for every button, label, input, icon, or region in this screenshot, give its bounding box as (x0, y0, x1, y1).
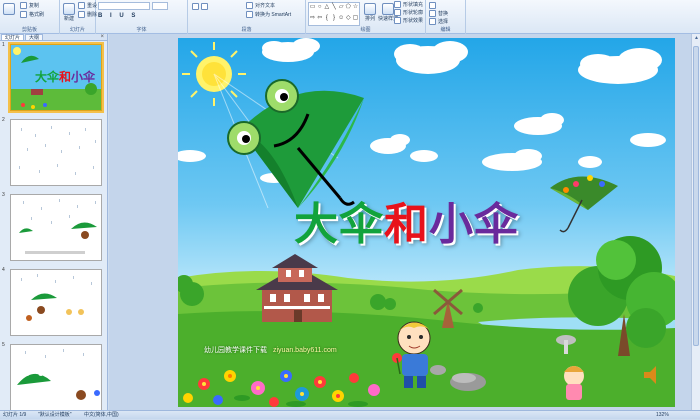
slides-group: 新建 重设 删除 幻灯片 (60, 0, 97, 34)
new-slide-icon (63, 3, 75, 15)
effects-icon (394, 17, 401, 24)
numbering-icon (201, 3, 208, 10)
align-text-icon (246, 2, 253, 9)
copy-button[interactable]: 复制 (20, 2, 39, 9)
thumbnail-preview (19, 222, 97, 254)
font-name-input[interactable] (98, 2, 150, 10)
outline-icon (394, 9, 401, 16)
slide-thumbnail[interactable] (10, 194, 102, 261)
slide-thumbnail-row[interactable]: 1 大伞和小伞 (0, 42, 107, 113)
brush-icon (20, 11, 27, 18)
smartart-icon (246, 11, 253, 18)
scrollbar-thumb[interactable] (693, 46, 699, 346)
shapes-gallery[interactable]: ▭ ○ △ ╲ ▱ ⬠ ☆ ⇨ ⇦{} ☺ ◇ ▢ (308, 2, 360, 26)
font-style-buttons[interactable]: B I U S (98, 13, 138, 19)
slide-number: 3 (2, 192, 5, 198)
shape-outline-button[interactable]: 形状轮廓 (394, 9, 423, 16)
slide-thumbnail[interactable] (10, 119, 102, 186)
new-slide-button[interactable]: 新建 (63, 3, 75, 22)
editing-group: 替换 选择 编辑 (426, 0, 466, 34)
thumbnail-preview: 大伞和小伞 (11, 45, 101, 110)
slide-canvas[interactable]: 大伞和小伞 幼儿园教学课件下载 ziyuan.baby611.com (178, 38, 675, 407)
slide-thumbnail-row[interactable]: 3 (0, 192, 107, 262)
font-group: B I U S 字体 (96, 0, 188, 34)
arrange-button[interactable]: 排列 (364, 3, 376, 22)
small-umbrella-image (550, 175, 618, 233)
slide-thumbnail[interactable] (10, 344, 102, 410)
editing-group-label: 编辑 (440, 27, 451, 33)
find-button[interactable] (429, 2, 436, 9)
shape-effects-button[interactable]: 形状效果 (394, 17, 423, 24)
bullets-button[interactable] (192, 3, 208, 10)
slide-thumbnail-row[interactable]: 5 (0, 342, 107, 410)
delete-button[interactable]: 删除 (78, 11, 97, 18)
paragraph-group-label: 段落 (241, 27, 252, 33)
reset-button[interactable]: 重设 (78, 2, 97, 9)
close-icon[interactable]: × (100, 34, 107, 40)
house-image (256, 254, 338, 322)
slide-number: 2 (2, 117, 5, 123)
ribbon: 复制 格式刷 剪贴板 新建 重设 删除 幻灯片 B I U S 字体 对齐文本 … (0, 0, 700, 34)
fill-icon (394, 1, 401, 8)
slide-number: 5 (2, 342, 5, 348)
format-painter-button[interactable]: 格式刷 (20, 11, 44, 18)
replace-icon (429, 10, 436, 17)
select-button[interactable]: 选择 (429, 18, 448, 25)
title-part-green: 大伞 (294, 199, 384, 250)
shape-fill-button[interactable]: 形状填充 (394, 1, 423, 8)
slide-title[interactable]: 大伞和小伞 (294, 188, 519, 252)
quick-styles-icon (382, 3, 394, 15)
reset-icon (78, 2, 85, 9)
replace-button[interactable]: 替换 (429, 10, 448, 17)
slide-thumbnail-pane: 幻灯片 大纲 × 1 大伞和小伞 2 3 4 5 (0, 34, 108, 410)
convert-smartart-button[interactable]: 转换为 SmartArt (246, 11, 291, 18)
slide-number: 4 (2, 267, 5, 273)
slides-group-label: 幻灯片 (69, 27, 85, 33)
title-part-red: 和 (384, 199, 429, 250)
status-bar: 幻灯片 1/9 "默认设计模板" 中文(简体,中国) 132% (0, 410, 700, 419)
credit-text[interactable]: 幼儿园教学课件下载 ziyuan.baby611.com (204, 345, 337, 355)
slide-editor: 大伞和小伞 幼儿园教学课件下载 ziyuan.baby611.com ▲ (109, 34, 700, 410)
title-part-purple: 小伞 (429, 199, 519, 250)
slide-thumbnail[interactable] (10, 269, 102, 336)
cloud-image (178, 38, 666, 183)
copy-icon (20, 2, 27, 9)
thumbnail-preview (17, 370, 100, 400)
align-text-button[interactable]: 对齐文本 (246, 2, 275, 9)
tab-outline[interactable]: 大纲 (25, 34, 44, 41)
scroll-up-icon[interactable]: ▲ (692, 34, 700, 43)
paste-button[interactable] (3, 3, 15, 15)
slide-thumbnail[interactable]: 大伞和小伞 (8, 42, 104, 113)
clipboard-group-label: 剪贴板 (21, 27, 37, 33)
vertical-scrollbar[interactable]: ▲ (691, 34, 700, 410)
drawing-group: ▭ ○ △ ╲ ▱ ⬠ ☆ ⇨ ⇦{} ☺ ◇ ▢ 排列 快速样式 形状填充 形状轮廓 形状效果 绘… (306, 0, 426, 34)
svg-text:大伞和小伞: 大伞和小伞 (35, 69, 96, 84)
slide-number: 1 (2, 42, 5, 48)
clipboard-group: 复制 格式刷 剪贴板 (0, 0, 60, 34)
credit-label: 幼儿园教学课件下载 (204, 347, 267, 354)
slide-thumbnail-row[interactable]: 4 (0, 267, 107, 337)
drawing-group-label: 绘图 (360, 27, 371, 33)
paste-icon (3, 3, 15, 15)
thumbnail-preview (26, 293, 84, 321)
font-size-input[interactable] (152, 2, 168, 10)
arrange-icon (364, 3, 376, 15)
paragraph-group: 对齐文本 转换为 SmartArt 段落 (188, 0, 306, 34)
pane-tabs: 幻灯片 大纲 × (0, 34, 107, 41)
binoculars-icon (429, 2, 436, 9)
tab-slides[interactable]: 幻灯片 (1, 34, 25, 41)
select-icon (429, 18, 436, 25)
bullets-icon (192, 3, 199, 10)
slide-thumbnail-row[interactable]: 2 (0, 117, 107, 187)
credit-url: ziyuan.baby611.com (273, 347, 337, 354)
font-group-label: 字体 (136, 27, 147, 33)
delete-icon (78, 11, 85, 18)
